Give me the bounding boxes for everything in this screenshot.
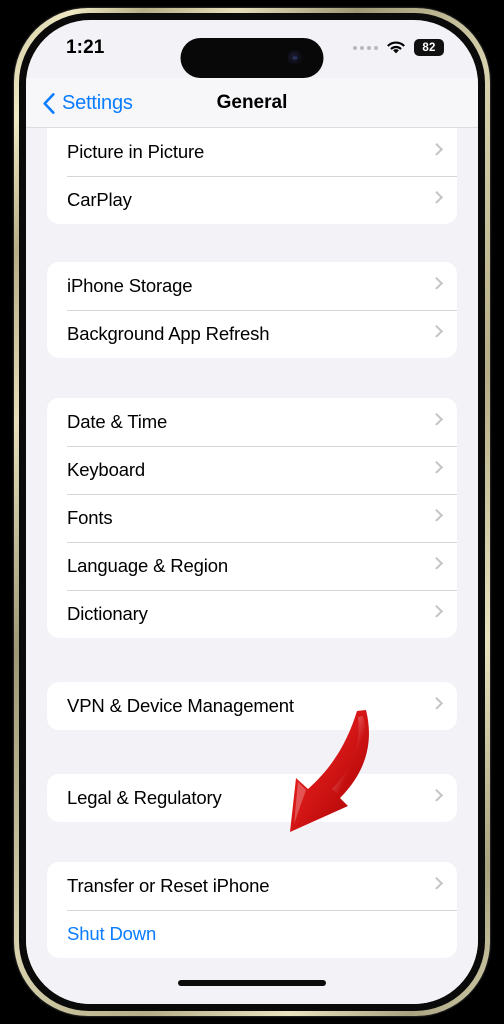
wifi-icon xyxy=(387,41,405,54)
list-item[interactable]: Fonts xyxy=(47,494,457,542)
list-item-label: CarPlay xyxy=(67,188,132,210)
page-title: General xyxy=(216,92,288,113)
settings-group-storage-group: iPhone Storage Background App Refresh xyxy=(47,262,457,358)
list-item-label: Background App Refresh xyxy=(67,322,270,344)
battery-icon: 82 xyxy=(414,39,444,56)
list-item-label: Shut Down xyxy=(67,922,157,944)
list-item[interactable]: Keyboard xyxy=(47,446,457,494)
list-item-label: Fonts xyxy=(67,506,113,528)
nav-bar: Settings General xyxy=(26,78,478,128)
list-item[interactable]: Transfer or Reset iPhone xyxy=(47,862,457,910)
settings-group-localization-group: Date & Time Keyboard Fonts Language & Regio… xyxy=(47,398,457,638)
phone-screen: 1:21 82 Settings General Picture in Pict… xyxy=(26,20,478,1004)
list-item-label: Legal & Regulatory xyxy=(67,786,222,808)
list-item[interactable]: Shut Down xyxy=(47,910,457,958)
settings-group-reset-group: Transfer or Reset iPhone Shut Down xyxy=(47,862,457,958)
list-item[interactable]: Dictionary xyxy=(47,590,457,638)
list-item[interactable]: Background App Refresh xyxy=(47,310,457,358)
chevron-right-icon xyxy=(430,876,444,890)
status-time: 1:21 xyxy=(66,37,105,58)
list-item-label: Keyboard xyxy=(67,458,145,480)
signal-dots-icon xyxy=(353,45,378,50)
list-item-label: Language & Region xyxy=(67,554,229,576)
list-item[interactable]: Picture in Picture xyxy=(47,128,457,176)
list-item-label: Date & Time xyxy=(67,410,168,432)
chevron-right-icon xyxy=(430,190,444,204)
dynamic-island[interactable] xyxy=(180,38,324,78)
status-indicators: 82 xyxy=(353,39,444,56)
chevron-right-icon xyxy=(430,788,444,802)
chevron-right-icon xyxy=(430,556,444,570)
chevron-right-icon xyxy=(430,696,444,710)
list-item[interactable]: VPN & Device Management xyxy=(47,682,457,730)
home-indicator[interactable] xyxy=(178,980,326,986)
camera-glint xyxy=(292,56,298,60)
settings-group-media-group: Picture in Picture CarPlay xyxy=(47,128,457,224)
list-item[interactable]: Date & Time xyxy=(47,398,457,446)
front-camera-icon xyxy=(287,50,303,66)
chevron-right-icon xyxy=(430,412,444,426)
chevron-right-icon xyxy=(430,604,444,618)
chevron-right-icon xyxy=(430,460,444,474)
settings-group-vpn-group: VPN & Device Management xyxy=(47,682,457,730)
list-item[interactable]: Language & Region xyxy=(47,542,457,590)
chevron-right-icon xyxy=(430,276,444,290)
chevron-right-icon xyxy=(430,324,444,338)
list-item-label: Dictionary xyxy=(67,602,148,624)
list-item-label: Picture in Picture xyxy=(67,140,205,162)
list-item-label: iPhone Storage xyxy=(67,274,193,296)
settings-list[interactable]: Picture in Picture CarPlay iPhone Storage B… xyxy=(26,128,478,1004)
chevron-right-icon xyxy=(430,142,444,156)
settings-group-legal-group: Legal & Regulatory xyxy=(47,774,457,822)
list-item[interactable]: CarPlay xyxy=(47,176,457,224)
list-item[interactable]: iPhone Storage xyxy=(47,262,457,310)
chevron-right-icon xyxy=(430,508,444,522)
list-item-label: VPN & Device Management xyxy=(67,694,294,716)
list-item-label: Transfer or Reset iPhone xyxy=(67,874,270,896)
list-item[interactable]: Legal & Regulatory xyxy=(47,774,457,822)
